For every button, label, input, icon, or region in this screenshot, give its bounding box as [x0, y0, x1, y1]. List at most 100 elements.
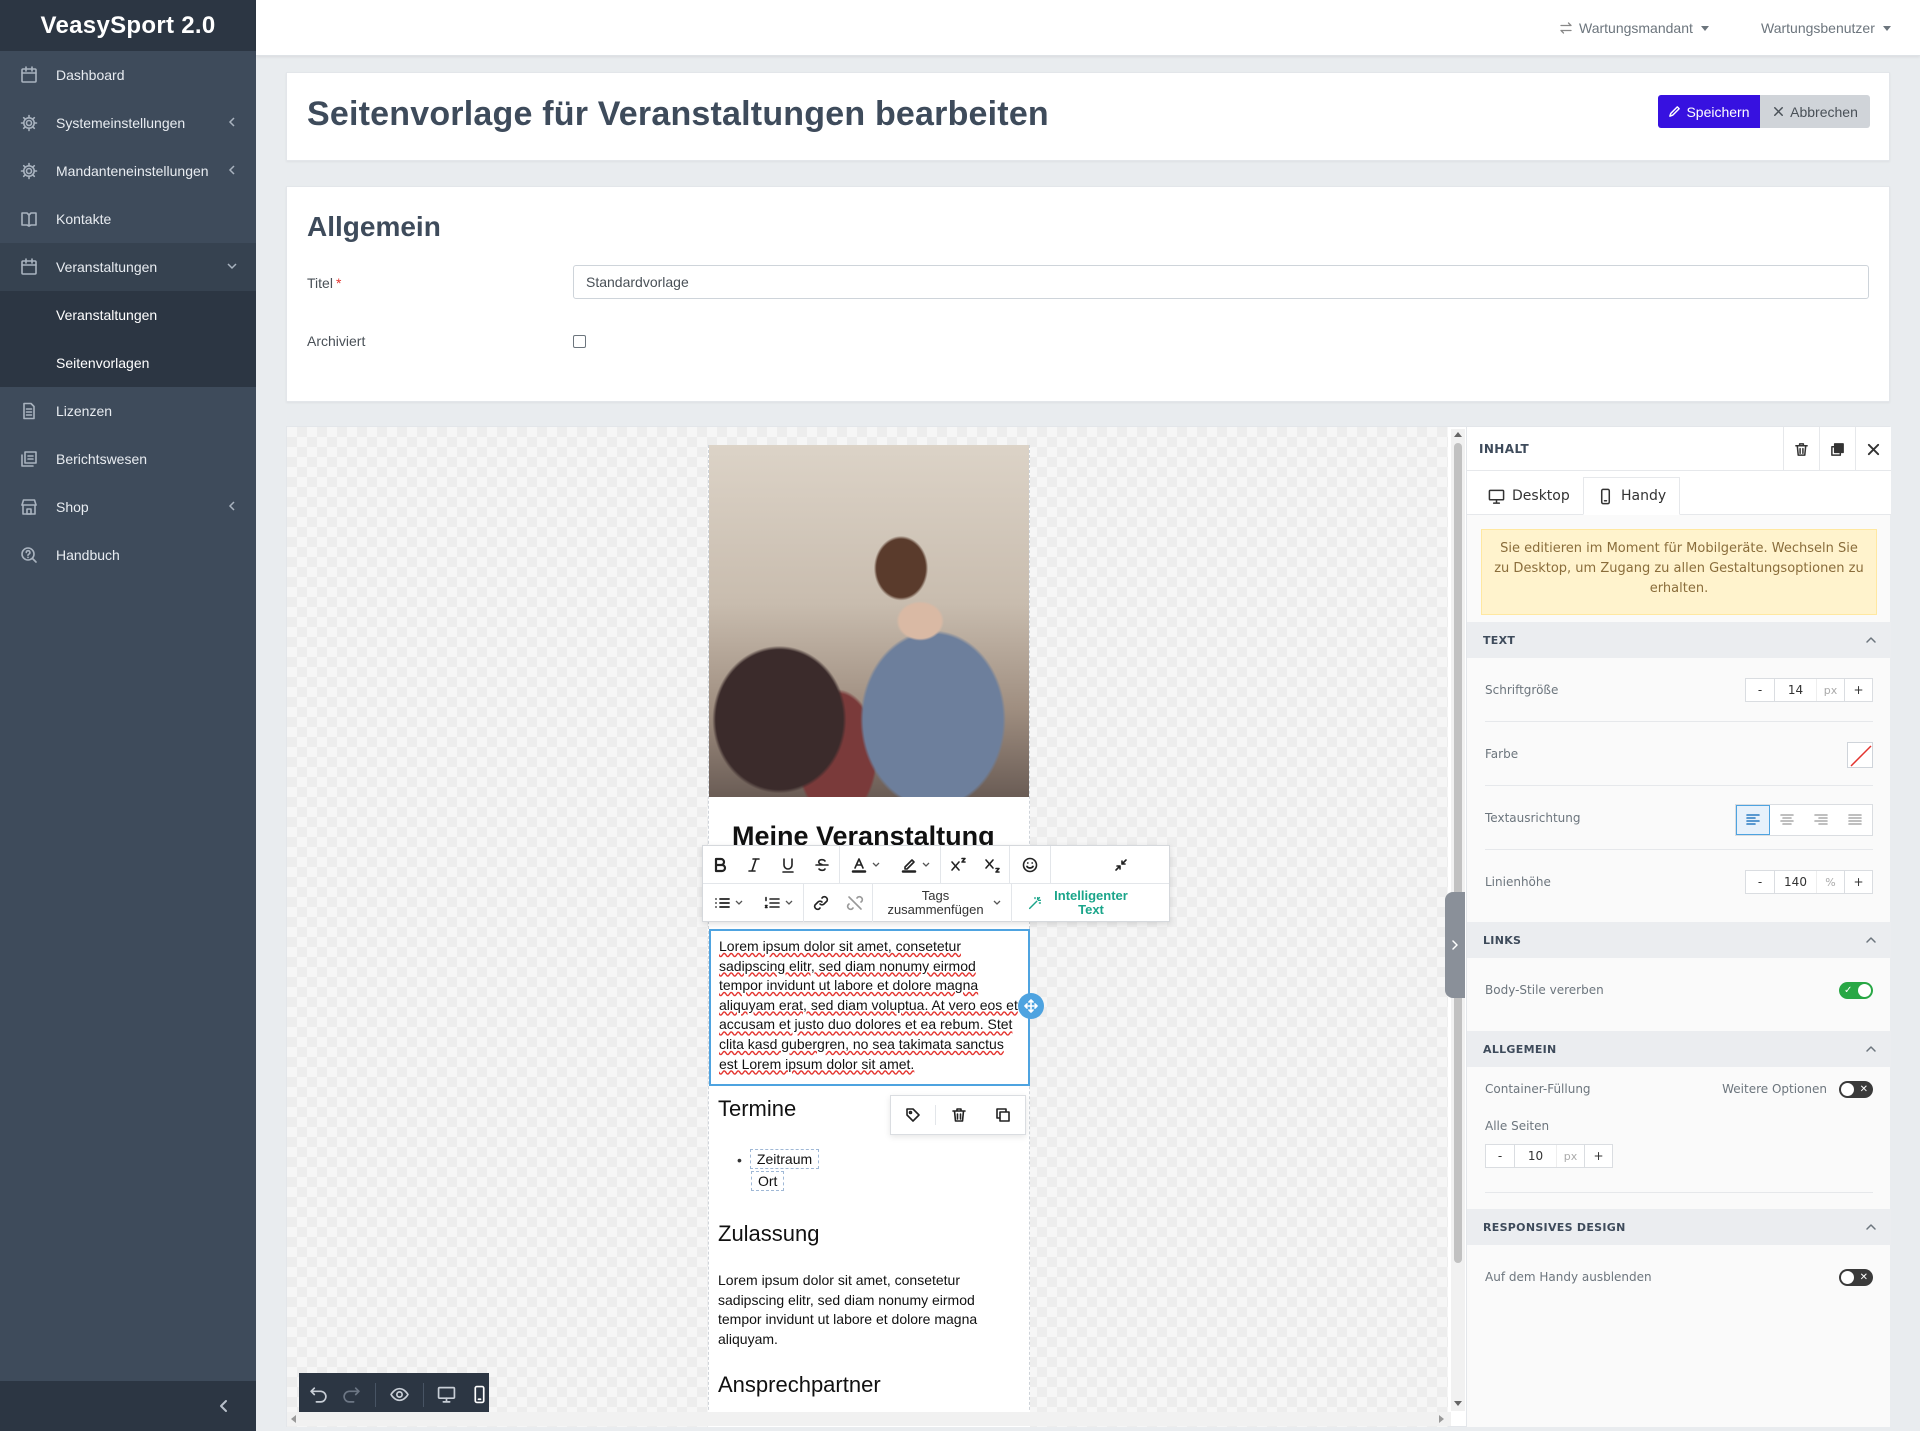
- sidebar-item-veranstaltungen[interactable]: Veranstaltungen: [0, 243, 256, 291]
- preview-button[interactable]: [389, 1373, 409, 1416]
- hero-image[interactable]: [709, 445, 1029, 797]
- smart-text-button[interactable]: Intelligenter Text: [1012, 884, 1148, 922]
- heading-zulassung[interactable]: Zulassung: [718, 1221, 820, 1247]
- desktop-view-button[interactable]: [437, 1373, 456, 1416]
- move-handle[interactable]: [1018, 993, 1044, 1019]
- scroll-down-arrow[interactable]: [1454, 1401, 1462, 1406]
- superscript-button[interactable]: [941, 846, 975, 884]
- color-picker[interactable]: [1847, 742, 1873, 768]
- unlink-button[interactable]: [838, 884, 872, 922]
- font-size-value[interactable]: 14: [1774, 679, 1816, 701]
- align-center-button[interactable]: [1770, 805, 1804, 835]
- highlighter-icon: [900, 856, 918, 874]
- panel-toggle[interactable]: [1445, 892, 1465, 998]
- duplicate-content-button[interactable]: [1819, 427, 1855, 471]
- align-left-button[interactable]: [1736, 805, 1770, 835]
- sidebar-item-label: Mandanteneinstellungen: [56, 163, 209, 179]
- brand-logo[interactable]: VeasySport 2.0: [0, 0, 256, 51]
- numbered-list-button[interactable]: [753, 884, 803, 922]
- section-links-header[interactable]: LINKS: [1467, 922, 1891, 958]
- subscript-button[interactable]: [975, 846, 1009, 884]
- underline-button[interactable]: [771, 846, 805, 884]
- user-name: Wartungsbenutzer: [1761, 20, 1875, 36]
- line-height-decrease[interactable]: -: [1746, 871, 1774, 893]
- scroll-left-arrow[interactable]: [291, 1415, 296, 1423]
- collapse-toolbar-button[interactable]: [1101, 846, 1141, 884]
- padding-value[interactable]: 10: [1514, 1145, 1556, 1167]
- x-icon: ✕: [1859, 1272, 1868, 1283]
- sidebar-item-systemeinstellungen[interactable]: Systemeinstellungen: [0, 99, 256, 147]
- merge-tag-ort[interactable]: Ort: [751, 1171, 785, 1191]
- bold-button[interactable]: [703, 846, 737, 884]
- sidebar-item-berichtswesen[interactable]: Berichtswesen: [0, 435, 256, 483]
- archived-checkbox[interactable]: [573, 335, 586, 348]
- padding-increase[interactable]: +: [1584, 1145, 1612, 1167]
- sidebar-item-label: Systemeinstellungen: [56, 115, 186, 131]
- duplicate-block-button[interactable]: [981, 1096, 1025, 1134]
- selected-text-block[interactable]: Lorem ipsum dolor sit amet, consetetur s…: [709, 929, 1030, 1086]
- scroll-right-arrow[interactable]: [1439, 1415, 1444, 1423]
- scroll-up-arrow[interactable]: [1454, 432, 1462, 437]
- redo-button[interactable]: [342, 1373, 361, 1416]
- tab-mobile[interactable]: Handy: [1583, 477, 1681, 515]
- sidebar-item-handbuch[interactable]: Handbuch: [0, 531, 256, 579]
- heading-termine[interactable]: Termine: [718, 1096, 796, 1122]
- title-input[interactable]: [573, 265, 1869, 299]
- mobile-view-button[interactable]: [470, 1373, 489, 1416]
- emoji-button[interactable]: [1010, 846, 1050, 884]
- tag-button[interactable]: [891, 1096, 935, 1134]
- tenant-menu[interactable]: Wartungsmandant: [1559, 20, 1709, 36]
- chevron-up-icon: [1865, 634, 1877, 646]
- merge-tag-zeitraum[interactable]: Zeitraum: [749, 1149, 820, 1169]
- bullet-list-button[interactable]: [703, 884, 753, 922]
- sidebar-subitem-veranstaltungen[interactable]: Veranstaltungen: [0, 291, 256, 339]
- sidebar-subitem-seitenvorlagen[interactable]: Seitenvorlagen: [0, 339, 256, 387]
- heading-ansprechpartner[interactable]: Ansprechpartner: [718, 1372, 881, 1398]
- hide-on-mobile-toggle[interactable]: ✕: [1839, 1269, 1873, 1286]
- close-panel-button[interactable]: [1855, 427, 1891, 471]
- line-height-stepper[interactable]: - 140 % +: [1745, 870, 1873, 894]
- sidebar-item-lizenzen[interactable]: Lizenzen: [0, 387, 256, 435]
- merge-tags-dropdown[interactable]: Tags zusammenfügen: [873, 884, 1011, 922]
- font-size-stepper[interactable]: - 14 px +: [1745, 678, 1873, 702]
- undo-button[interactable]: [309, 1373, 328, 1416]
- scrollbar-thumb[interactable]: [1454, 443, 1462, 1263]
- strikethrough-button[interactable]: [805, 846, 839, 884]
- padding-decrease[interactable]: -: [1486, 1145, 1514, 1167]
- sidebar-item-shop[interactable]: Shop: [0, 483, 256, 531]
- sidebar-item-dashboard[interactable]: Dashboard: [0, 51, 256, 99]
- cancel-button[interactable]: Abbrechen: [1760, 95, 1870, 128]
- highlight-color-button[interactable]: [890, 846, 940, 884]
- list-item: • Zeitraum: [737, 1149, 820, 1171]
- tab-desktop[interactable]: Desktop: [1475, 477, 1583, 515]
- section-responsive-header[interactable]: RESPONSIVES DESIGN: [1467, 1209, 1891, 1245]
- editable-text[interactable]: Lorem ipsum dolor sit amet, consetetur s…: [719, 938, 1018, 1072]
- more-options-toggle[interactable]: ✕: [1839, 1081, 1873, 1098]
- user-menu[interactable]: Wartungsbenutzer: [1761, 20, 1891, 36]
- align-right-button[interactable]: [1804, 805, 1838, 835]
- save-button[interactable]: Speichern: [1658, 95, 1760, 128]
- editor-canvas[interactable]: Meine Veranstaltung Tags zusammenfügen I…: [287, 427, 1448, 1427]
- line-height-increase[interactable]: +: [1844, 871, 1872, 893]
- text-color-button[interactable]: [840, 846, 890, 884]
- font-size-increase[interactable]: +: [1844, 679, 1872, 701]
- section-text-header[interactable]: TEXT: [1467, 622, 1891, 658]
- chevron-left-icon[interactable]: [216, 1398, 232, 1414]
- sidebar-item-mandanteneinstellungen[interactable]: Mandanteneinstellungen: [0, 147, 256, 195]
- font-size-decrease[interactable]: -: [1746, 679, 1774, 701]
- sidebar-collapse[interactable]: [0, 1381, 256, 1431]
- sidebar-item-kontakte[interactable]: Kontakte: [0, 195, 256, 243]
- align-justify-button[interactable]: [1838, 805, 1872, 835]
- line-height-label: Linienhöhe: [1485, 875, 1551, 889]
- delete-content-button[interactable]: [1783, 427, 1819, 471]
- padding-stepper[interactable]: - 10 px +: [1485, 1144, 1613, 1168]
- section-general-header[interactable]: ALLGEMEIN: [1467, 1031, 1891, 1067]
- canvas-horizontal-scrollbar[interactable]: [287, 1412, 1451, 1426]
- delete-block-button[interactable]: [936, 1096, 980, 1134]
- link-button[interactable]: [804, 884, 838, 922]
- hide-on-mobile-label: Auf dem Handy ausblenden: [1485, 1270, 1652, 1284]
- inherit-body-styles-toggle[interactable]: ✓: [1839, 982, 1873, 999]
- line-height-value[interactable]: 140: [1774, 871, 1816, 893]
- zulassung-text[interactable]: Lorem ipsum dolor sit amet, consetetur s…: [718, 1271, 1008, 1349]
- italic-button[interactable]: [737, 846, 771, 884]
